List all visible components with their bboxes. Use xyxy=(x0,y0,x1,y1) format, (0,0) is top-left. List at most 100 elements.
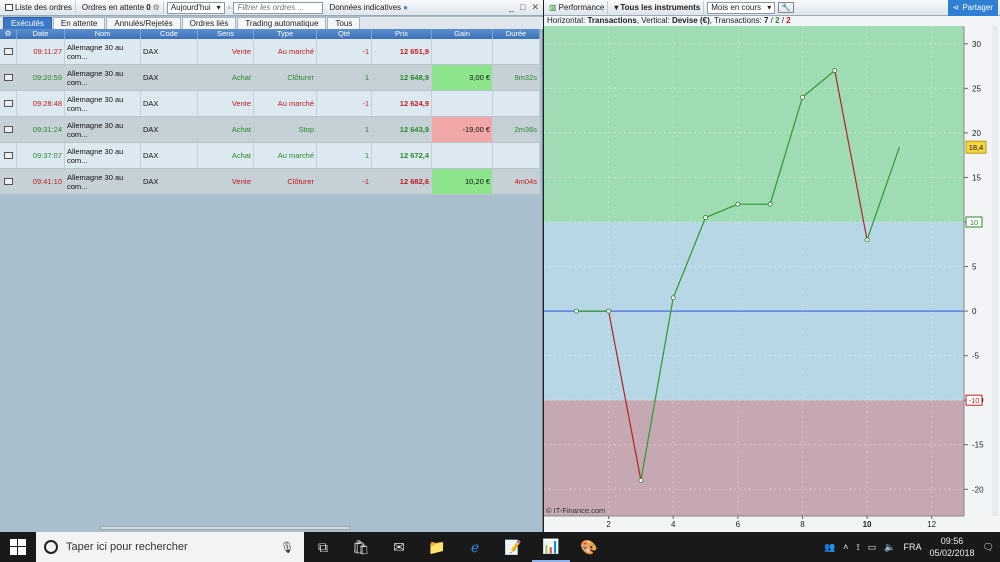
tab-5[interactable]: Tous xyxy=(327,17,361,29)
task-view-icon[interactable]: ⧉ xyxy=(304,532,342,562)
x-tick-label: 8 xyxy=(800,520,805,529)
orders-tabs: Exécutés En attente Annulés/Rejetés Ordres … xyxy=(0,17,543,29)
store-icon[interactable]: 🛍 xyxy=(342,532,380,562)
microphone-icon[interactable]: 🎙 xyxy=(280,541,294,554)
calendar-icon[interactable]: ▫ xyxy=(228,3,231,12)
notepad-icon[interactable]: 📝 xyxy=(494,532,532,562)
cell-type: Au marché xyxy=(254,143,317,168)
cell-duree xyxy=(493,143,540,168)
performance-button[interactable]: ▥ Performance xyxy=(546,1,609,14)
row-detail-icon[interactable] xyxy=(0,117,17,142)
indicative-data-toggle[interactable]: Données indicatives ● xyxy=(326,1,410,14)
column-header-3[interactable]: Sens xyxy=(198,29,254,39)
row-detail-icon[interactable] xyxy=(0,91,17,116)
list-icon xyxy=(5,4,13,11)
data-point xyxy=(573,308,579,314)
pending-orders-button[interactable]: Ordres en attente 0 ⚙ xyxy=(79,1,164,14)
table-row[interactable]: 09:41:10 Allemagne 30 au com... DAX Vente Cl… xyxy=(0,169,540,195)
battery-icon[interactable]: ▭ xyxy=(868,542,877,553)
row-detail-icon[interactable] xyxy=(0,65,17,90)
column-header-8[interactable]: Durée xyxy=(493,29,540,39)
language-indicator[interactable]: FRA xyxy=(904,542,922,552)
data-point xyxy=(832,68,838,73)
column-header-4[interactable]: Type xyxy=(254,29,317,39)
current-value-label: 18,4 xyxy=(969,143,984,152)
cell-sens: Achat xyxy=(198,117,254,142)
column-header-6[interactable]: Prix xyxy=(372,29,432,39)
tab-3[interactable]: Ordres liés xyxy=(181,17,237,29)
column-header-0[interactable]: Date xyxy=(17,29,65,39)
cell-date: 09:41:10 xyxy=(17,169,65,194)
cell-date: 09:31:24 xyxy=(17,117,65,142)
maximize-icon[interactable]: □ xyxy=(520,2,525,13)
people-icon[interactable]: 👥 xyxy=(824,542,835,553)
tab-1[interactable]: En attente xyxy=(52,17,106,29)
file-explorer-icon[interactable]: 📁 xyxy=(418,532,456,562)
header-tools-icon[interactable]: ⚙ xyxy=(0,29,17,39)
filter-orders-input[interactable] xyxy=(233,1,324,14)
perf-period-value: Mois en cours xyxy=(711,3,762,12)
row-detail-icon[interactable] xyxy=(0,143,17,168)
tab-0[interactable]: Exécutés xyxy=(3,17,52,29)
cell-sens: Vente xyxy=(198,39,254,64)
chevron-up-icon[interactable]: ˄ xyxy=(843,542,848,552)
share-label: Partager xyxy=(962,3,993,12)
chart-info: Horizontal: Transactions, Vertical: Devi… xyxy=(547,16,791,25)
network-icon[interactable]: ⟟ xyxy=(856,542,859,553)
notifications-icon[interactable]: 🗨 xyxy=(983,542,994,553)
period-select[interactable]: Aujourd'hui ▾ xyxy=(166,1,225,14)
table-row[interactable]: 09:31:24 Allemagne 30 au com... DAX Achat St… xyxy=(0,117,540,143)
mail-icon[interactable]: ✉ xyxy=(380,532,418,562)
orders-list-button[interactable]: Liste des ordres xyxy=(2,1,76,14)
table-row[interactable]: 09:37:07 Allemagne 30 au com... DAX Achat Au… xyxy=(0,143,540,169)
y-tick-label: 5 xyxy=(972,263,977,272)
column-header-5[interactable]: Qté xyxy=(317,29,372,39)
table-row[interactable]: 09:11:27 Allemagne 30 au com... DAX Vente Au… xyxy=(0,39,540,65)
volume-icon[interactable]: 🔈 xyxy=(884,542,895,553)
edge-browser-icon[interactable]: ℯ xyxy=(456,532,494,562)
cell-duree xyxy=(493,39,540,64)
search-placeholder: Taper ici pour rechercher xyxy=(66,541,188,553)
cell-nom: Allemagne 30 au com... xyxy=(65,39,141,64)
cell-prix: 12 651,9 xyxy=(372,39,432,64)
cell-type: Clôturer xyxy=(254,65,317,90)
tab-4[interactable]: Trading automatique xyxy=(237,17,327,29)
y-tick-label: 0 xyxy=(972,307,977,316)
clock[interactable]: 09:56 05/02/2018 xyxy=(930,535,975,559)
taskbar-search[interactable]: Taper ici pour rechercher 🎙 xyxy=(36,532,304,562)
cell-qte: 1 xyxy=(317,143,372,168)
minimize-icon[interactable]: _ xyxy=(509,2,514,13)
performance-panel: ▥ Performance ▾ Tous les instruments Moi… xyxy=(544,0,1000,532)
share-button[interactable]: ⋖ Partager xyxy=(947,0,998,16)
column-header-7[interactable]: Gain xyxy=(432,29,493,39)
instruments-dropdown[interactable]: ▾ Tous les instruments xyxy=(611,1,705,14)
table-row[interactable]: 09:20:59 Allemagne 30 au com... DAX Achat Cl… xyxy=(0,65,540,91)
cell-prix: 12 672,4 xyxy=(372,143,432,168)
cell-gain xyxy=(432,91,493,116)
trading-app-icon[interactable]: 📊 xyxy=(532,532,570,562)
row-detail-icon[interactable] xyxy=(0,39,17,64)
start-button[interactable] xyxy=(0,532,36,562)
paint-icon[interactable]: 🎨 xyxy=(570,532,608,562)
column-header-2[interactable]: Code xyxy=(141,29,198,39)
row-detail-icon[interactable] xyxy=(0,169,17,194)
horizontal-label: Horizontal: xyxy=(547,16,588,25)
cell-qte: -1 xyxy=(317,39,372,64)
tab-2[interactable]: Annulés/Rejetés xyxy=(106,17,181,29)
x-tick-label: 6 xyxy=(736,520,741,529)
cell-sens: Achat xyxy=(198,143,254,168)
cell-sens: Vente xyxy=(198,91,254,116)
period-select-perf[interactable]: Mois en cours ▾ xyxy=(707,1,776,14)
x-tick-label: 2 xyxy=(606,520,611,529)
table-row[interactable]: 09:28:48 Allemagne 30 au com... DAX Vente Au… xyxy=(0,91,540,117)
horizontal-scrollbar[interactable] xyxy=(100,526,350,530)
chart-icon: ▥ xyxy=(549,3,557,12)
cortana-icon xyxy=(44,540,58,554)
cell-gain: 10,20 € xyxy=(432,169,493,194)
transactions-win: 2 xyxy=(775,16,780,25)
band-lower-marker-label: -10 xyxy=(969,396,980,405)
chevron-down-icon: ▾ xyxy=(216,3,221,12)
close-icon[interactable]: ✕ xyxy=(531,2,539,13)
column-header-1[interactable]: Nom xyxy=(65,29,141,39)
wrench-icon[interactable]: 🔧 xyxy=(778,2,795,13)
